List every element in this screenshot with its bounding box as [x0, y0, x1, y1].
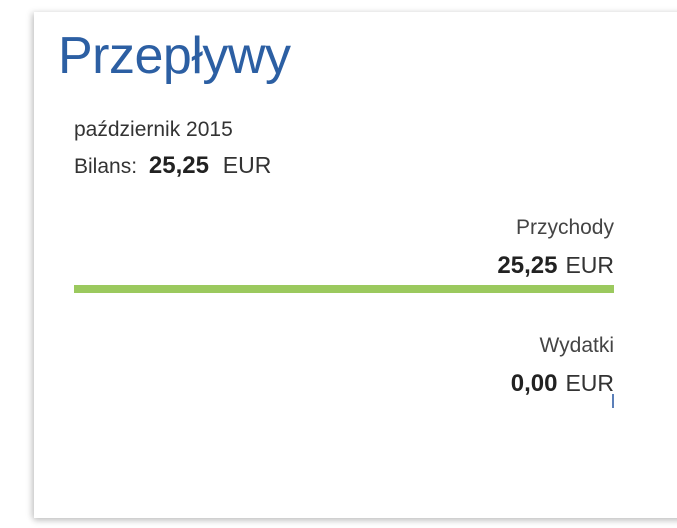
expenses-bar — [612, 394, 614, 408]
cashflow-card: Przepływy październik 2015 Bilans: 25,25… — [34, 12, 677, 518]
expenses-bar-track — [74, 394, 614, 408]
income-bar — [74, 285, 614, 293]
income-amount: 25,25 — [497, 252, 558, 279]
period-label: październik 2015 — [74, 118, 233, 141]
balance-row: Bilans: 25,25 EUR — [74, 152, 271, 180]
income-section: Przychody 25,25 EUR — [497, 216, 614, 280]
income-label: Przychody — [515, 216, 614, 239]
income-currency: EUR — [565, 252, 614, 278]
balance-label: Bilans: — [74, 155, 138, 178]
expenses-section: Wydatki 0,00 EUR — [511, 334, 614, 398]
income-value-row: 25,25 EUR — [497, 252, 614, 280]
expenses-label: Wydatki — [539, 334, 615, 357]
page: Przepływy październik 2015 Bilans: 25,25… — [0, 0, 677, 528]
balance-currency: EUR — [222, 152, 272, 178]
expenses-currency: EUR — [565, 370, 614, 396]
expenses-amount: 0,00 — [510, 370, 558, 397]
card-title: Przepływy — [58, 27, 291, 85]
balance-amount: 25,25 — [148, 152, 209, 179]
